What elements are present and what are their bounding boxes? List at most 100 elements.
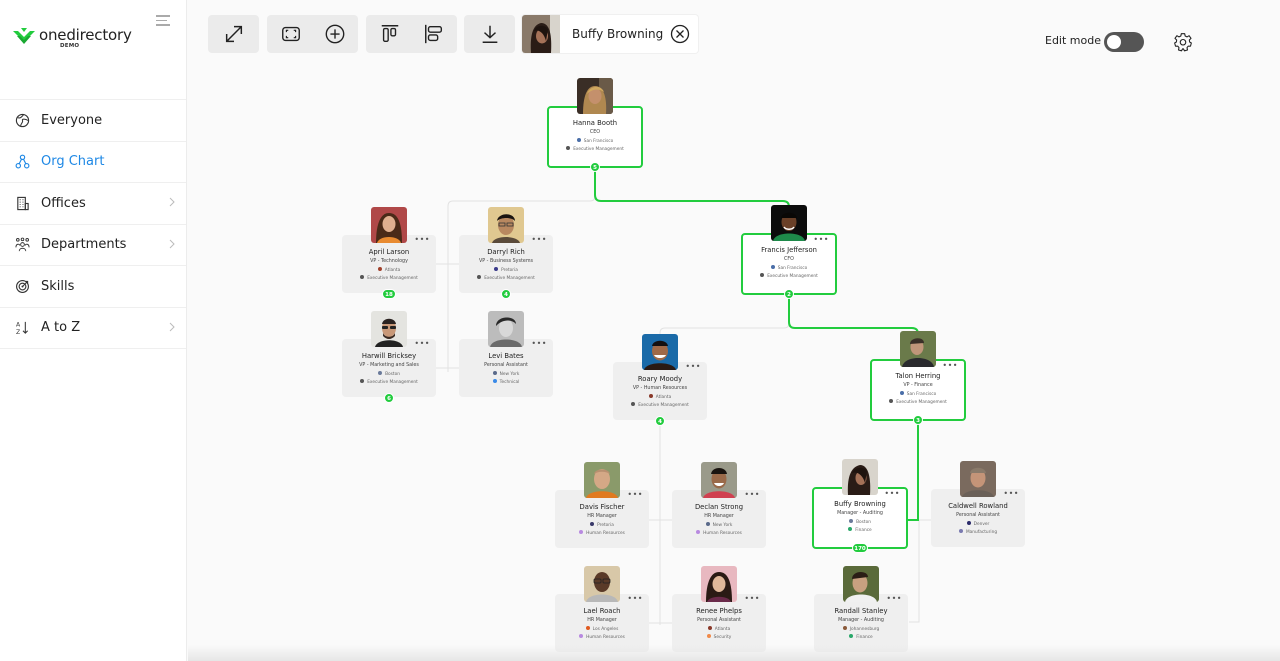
- connector-line: [909, 520, 920, 623]
- person-name: Roary Moody: [637, 375, 683, 383]
- person-title: HR Manager: [704, 514, 734, 519]
- org-card-lael-roach[interactable]: ••• Lael Roach HR Manager Los Angeles Hum…: [555, 566, 649, 652]
- sidebar-item-skills[interactable]: Skills: [0, 266, 186, 308]
- selected-person-name: Buffy Browning: [572, 27, 664, 41]
- more-options-icon[interactable]: •••: [942, 362, 958, 370]
- sidebar-item-a-to-z[interactable]: AZ A to Z: [0, 308, 186, 349]
- sidebar-item-everyone[interactable]: Everyone: [0, 100, 186, 142]
- reports-count-badge[interactable]: 5: [590, 162, 600, 172]
- more-options-icon[interactable]: •••: [627, 595, 643, 603]
- sidebar-item-org-chart[interactable]: Org Chart: [0, 142, 186, 183]
- more-options-icon[interactable]: •••: [414, 340, 430, 348]
- org-card-levi-bates[interactable]: ••• Levi Bates Personal Assistant New Yo…: [459, 311, 553, 397]
- zoom-in-button[interactable]: [315, 15, 355, 53]
- sidebar-item-label: Everyone: [41, 112, 103, 128]
- more-options-icon[interactable]: •••: [414, 236, 430, 244]
- org-card-declan-strong[interactable]: ••• Declan Strong HR Manager New York Hum…: [672, 462, 766, 548]
- reports-count-badge[interactable]: 18: [382, 289, 396, 299]
- department-icon: [492, 378, 497, 383]
- align-group: [366, 15, 457, 53]
- person-title: VP - Technology: [370, 259, 408, 264]
- org-card-darryl-rich[interactable]: ••• Darryl Rich VP - Business Systems Pr…: [459, 207, 553, 299]
- office-icon: [585, 626, 590, 630]
- more-options-icon[interactable]: •••: [813, 236, 829, 244]
- avatar: [371, 311, 407, 347]
- department-icon: [631, 401, 636, 406]
- person-meta: San Francisco Executive Management: [743, 265, 835, 280]
- org-card-renee-phelps[interactable]: ••• Renee Phelps Personal Assistant Atla…: [672, 566, 766, 652]
- more-options-icon[interactable]: •••: [744, 491, 760, 499]
- reports-count-badge[interactable]: 6: [384, 393, 394, 403]
- fit-screen-button[interactable]: [267, 15, 315, 53]
- more-options-icon[interactable]: •••: [884, 490, 900, 498]
- avatar: [371, 207, 407, 243]
- more-options-icon[interactable]: •••: [531, 340, 547, 348]
- org-card-francis-jefferson[interactable]: ••• Francis Jefferson CFO San Francisco E…: [741, 205, 837, 299]
- avatar: [701, 462, 737, 498]
- department-icon: [706, 633, 711, 638]
- person-title: Personal Assistant: [697, 618, 741, 623]
- org-chart-icon: [14, 154, 30, 170]
- selected-person-chip[interactable]: Buffy Browning: [522, 15, 698, 53]
- more-options-icon[interactable]: •••: [685, 363, 701, 371]
- office-icon: [849, 519, 854, 523]
- close-icon[interactable]: [670, 24, 690, 44]
- person-name: Talon Herring: [895, 372, 941, 380]
- person-name: Levi Bates: [488, 352, 524, 360]
- office-icon: [648, 394, 653, 398]
- person-meta: New York Technical: [459, 371, 553, 386]
- sidebar-item-label: Org Chart: [41, 154, 105, 170]
- highlight-connector: [788, 295, 919, 335]
- more-options-icon[interactable]: •••: [531, 236, 547, 244]
- person-name: Francis Jefferson: [761, 246, 817, 254]
- org-card-roary-moody[interactable]: ••• Roary Moody VP - Human Resources Atl…: [613, 334, 707, 426]
- avatar: [843, 566, 879, 602]
- org-card-april-larson[interactable]: ••• April Larson VP - Technology Atlanta…: [342, 207, 436, 299]
- office-icon: [770, 265, 775, 269]
- more-options-icon[interactable]: •••: [886, 595, 902, 603]
- target-icon: [14, 278, 30, 294]
- reports-count-badge[interactable]: 2: [784, 289, 794, 299]
- onedirectory-logo-icon: [13, 28, 35, 44]
- more-options-icon[interactable]: •••: [744, 595, 760, 603]
- office-icon: [494, 267, 499, 271]
- department-icon: [566, 145, 571, 150]
- edit-mode-toggle[interactable]: [1104, 32, 1144, 52]
- logo[interactable]: onedirectory DEMO: [13, 26, 132, 49]
- org-card-davis-fischer[interactable]: ••• Davis Fischer HR Manager Pretoria Hum…: [555, 462, 649, 548]
- expand-button[interactable]: [208, 15, 259, 53]
- org-card-talon-herring[interactable]: ••• Talon Herring VP - Finance San Franc…: [870, 331, 966, 425]
- org-card-buffy-browning[interactable]: ••• Buffy Browning Manager - Auditing Bo…: [812, 459, 908, 553]
- person-name: Renee Phelps: [696, 607, 742, 615]
- more-options-icon[interactable]: •••: [627, 491, 643, 499]
- org-card-harwill-bricksey[interactable]: ••• Harwill Bricksey VP - Marketing and …: [342, 311, 436, 403]
- avatar: [842, 459, 878, 495]
- gear-icon[interactable]: [1173, 32, 1193, 52]
- selected-person-avatar: [522, 15, 560, 53]
- highlight-connector: [907, 421, 919, 521]
- reports-count-badge[interactable]: 4: [655, 416, 665, 426]
- reports-count-badge[interactable]: 3: [913, 415, 923, 425]
- sort-az-icon: AZ: [14, 320, 30, 336]
- person-meta: Atlanta Executive Management: [342, 267, 436, 282]
- reports-count-badge[interactable]: 4: [501, 289, 511, 299]
- org-card-randall-stanley[interactable]: ••• Randall Stanley Manager - Auditing J…: [814, 566, 908, 652]
- person-name: Lael Roach: [583, 607, 621, 615]
- sidebar-item-departments[interactable]: Departments: [0, 225, 186, 266]
- download-button[interactable]: [464, 15, 515, 53]
- reports-count-badge[interactable]: 170: [852, 543, 868, 553]
- org-card-caldwell-rowland[interactable]: ••• Caldwell Rowland Personal Assistant …: [931, 461, 1025, 547]
- person-meta: Denver Manufacturing: [931, 521, 1025, 536]
- sidebar-item-offices[interactable]: Offices: [0, 183, 186, 225]
- avatar: [488, 311, 524, 347]
- menu-toggle-icon[interactable]: [156, 15, 170, 27]
- org-card-hanna-booth[interactable]: Hanna Booth CEO San Francisco Executive M…: [547, 78, 643, 172]
- person-title: VP - Business Systems: [478, 259, 534, 264]
- more-options-icon[interactable]: •••: [1003, 490, 1019, 498]
- align-top-button[interactable]: [366, 15, 414, 53]
- edit-mode-label: Edit mode: [1045, 34, 1101, 47]
- avatar: [960, 461, 996, 497]
- person-name: April Larson: [368, 248, 410, 256]
- fit-screen-icon: [282, 26, 300, 42]
- align-left-button[interactable]: [414, 15, 454, 53]
